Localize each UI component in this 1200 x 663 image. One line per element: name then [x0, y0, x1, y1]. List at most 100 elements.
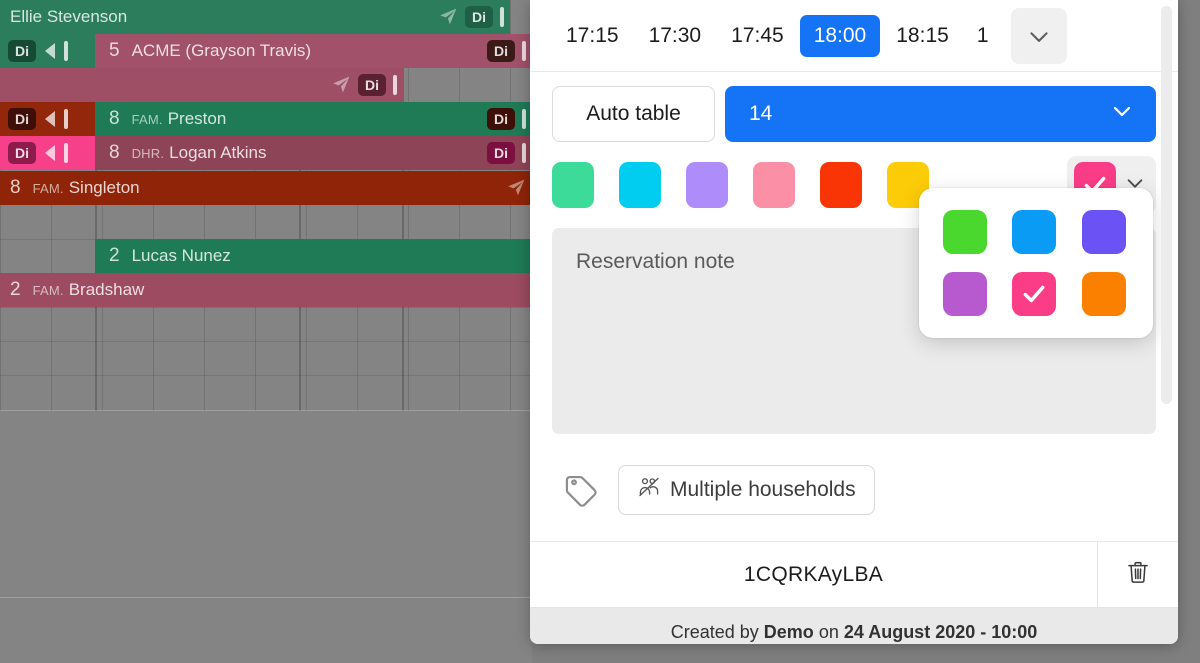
popover-color-swatch-0[interactable]	[943, 210, 987, 254]
footer-middle: on	[818, 621, 839, 642]
di-badge[interactable]: Di	[487, 142, 515, 164]
created-by-footer: Created by Demo on 24 August 2020 - 10:0…	[530, 608, 1178, 644]
reservation-bar[interactable]: 2 Lucas Nunez	[95, 239, 532, 273]
timeslot-17-30[interactable]: 17:30	[635, 15, 716, 57]
tag-icon[interactable]	[562, 469, 600, 512]
resize-handle[interactable]	[522, 41, 526, 61]
reservation-name: Bradshaw	[68, 280, 145, 299]
di-badge[interactable]: Di	[465, 6, 493, 28]
reservation-name: Preston	[167, 109, 227, 128]
popover-color-swatch-5[interactable]	[1081, 272, 1126, 316]
color-swatch-3[interactable]	[753, 162, 795, 208]
reservation-name: Logan Atkins	[169, 143, 267, 162]
timeslot-more-button[interactable]	[1010, 7, 1067, 64]
reservation-bar-cap[interactable]: Di	[0, 102, 95, 136]
reservation-name: Singleton	[68, 178, 140, 197]
color-swatch-row	[530, 142, 1178, 338]
di-badge[interactable]: Di	[8, 108, 36, 130]
reservation-bar[interactable]: 2 FAM. Bradshaw	[0, 273, 532, 307]
screen: Ellie Stevenson Di Di 5 ACME (Grayson Travis…	[0, 0, 1200, 663]
reservation-detail-panel: 17:15 17:30 17:45 18:00 18:15 1 Auto table 14	[530, 0, 1178, 644]
chevron-left-icon[interactable]	[45, 111, 55, 127]
resize-handle[interactable]	[522, 109, 526, 129]
timeslot-1[interactable]: 1	[965, 15, 1001, 57]
reservation-bar[interactable]: 8 FAM. Singleton	[0, 171, 532, 205]
reservation-name: ACME (Grayson Travis)	[131, 41, 312, 60]
reservation-code-row: 1CQRKAyLBA	[530, 542, 1178, 608]
reservation-name: Lucas Nunez	[131, 246, 231, 265]
guest-count-value: 14	[749, 102, 773, 125]
send-icon	[508, 179, 525, 196]
reservation-timeline[interactable]: Ellie Stevenson Di Di 5 ACME (Grayson Travis…	[0, 0, 532, 663]
timeslot-18-15[interactable]: 18:15	[882, 15, 963, 57]
timeline-rowline	[0, 597, 532, 598]
send-icon	[440, 8, 457, 25]
footer-prefix: Created by	[670, 621, 759, 642]
resize-handle[interactable]	[64, 143, 68, 163]
timeslot-18-00[interactable]: 18:00	[799, 14, 881, 57]
reservation-bar-icons: Di	[487, 136, 526, 170]
delete-reservation-button[interactable]	[1098, 542, 1178, 607]
reservation-bar-cap[interactable]: Di	[0, 136, 95, 170]
tag-chip-label: Multiple households	[670, 478, 856, 501]
color-swatch-0[interactable]	[552, 162, 594, 208]
di-badge[interactable]: Di	[8, 40, 36, 62]
reservation-bar[interactable]: Di	[0, 68, 403, 102]
color-swatch-1[interactable]	[619, 162, 661, 208]
popover-color-swatch-1[interactable]	[1012, 210, 1057, 254]
resize-handle[interactable]	[393, 75, 397, 95]
popover-color-swatch-3[interactable]	[943, 272, 987, 316]
reservation-prefix: FAM.	[32, 282, 64, 298]
popover-color-swatch-2[interactable]	[1081, 210, 1126, 254]
reservation-bar-icons: Di	[487, 34, 526, 68]
timeslot-17-15[interactable]: 17:15	[552, 15, 633, 57]
reservation-bar-icons	[506, 171, 526, 205]
chevron-left-icon[interactable]	[45, 43, 55, 59]
reservation-bar[interactable]: Ellie Stevenson Di	[0, 0, 510, 34]
reservation-code[interactable]: 1CQRKAyLBA	[530, 542, 1098, 607]
resize-handle[interactable]	[64, 41, 68, 61]
reservation-prefix: FAM.	[32, 180, 64, 196]
reservation-prefix: DHR.	[131, 145, 165, 161]
guest-count-select[interactable]: 14	[725, 86, 1156, 142]
reservation-pax: 5	[109, 40, 120, 61]
people-group-icon	[637, 475, 661, 505]
resize-handle[interactable]	[522, 143, 526, 163]
reservation-bar-icons: Di	[438, 0, 504, 34]
tag-chip-multiple-households[interactable]: Multiple households	[618, 465, 875, 515]
table-and-guests-row: Auto table 14	[530, 72, 1178, 142]
di-badge[interactable]: Di	[487, 108, 515, 130]
panel-scrollbar[interactable]	[1161, 6, 1172, 404]
color-picker-popover	[919, 188, 1153, 338]
chevron-left-icon[interactable]	[45, 145, 55, 161]
reservation-bar[interactable]: 8 DHR. Logan Atkins Di	[95, 136, 532, 170]
di-badge[interactable]: Di	[487, 40, 515, 62]
trash-icon	[1125, 558, 1151, 591]
check-icon	[1023, 285, 1045, 303]
reservation-bar[interactable]: 5 ACME (Grayson Travis) Di	[95, 34, 532, 68]
footer-user: Demo	[763, 621, 814, 642]
di-badge[interactable]: Di	[358, 74, 386, 96]
color-swatch-4[interactable]	[820, 162, 862, 208]
reservation-bar-cap[interactable]: Di	[0, 34, 95, 68]
reservation-bar-icons: Di	[487, 102, 526, 136]
timeline-rowline	[0, 410, 532, 411]
color-swatch-2[interactable]	[686, 162, 728, 208]
popover-color-swatch-4[interactable]	[1012, 272, 1057, 316]
timeline-rowline	[0, 307, 532, 308]
auto-table-button[interactable]: Auto table	[552, 86, 715, 142]
reservation-pax: 2	[10, 279, 21, 300]
chevron-down-icon	[1110, 99, 1134, 129]
auto-table-label: Auto table	[586, 102, 681, 125]
send-icon	[333, 76, 350, 93]
timeslot-17-45[interactable]: 17:45	[717, 15, 798, 57]
reservation-pax: 8	[10, 177, 21, 198]
reservation-prefix: FAM.	[131, 111, 163, 127]
resize-handle[interactable]	[500, 7, 504, 27]
reservation-bar-icons: Di	[331, 68, 397, 102]
reservation-bar[interactable]: 8 FAM. Preston Di	[95, 102, 532, 136]
resize-handle[interactable]	[64, 109, 68, 129]
di-badge[interactable]: Di	[8, 142, 36, 164]
chevron-down-icon	[1029, 31, 1048, 42]
tags-row: Multiple households	[530, 439, 1178, 542]
